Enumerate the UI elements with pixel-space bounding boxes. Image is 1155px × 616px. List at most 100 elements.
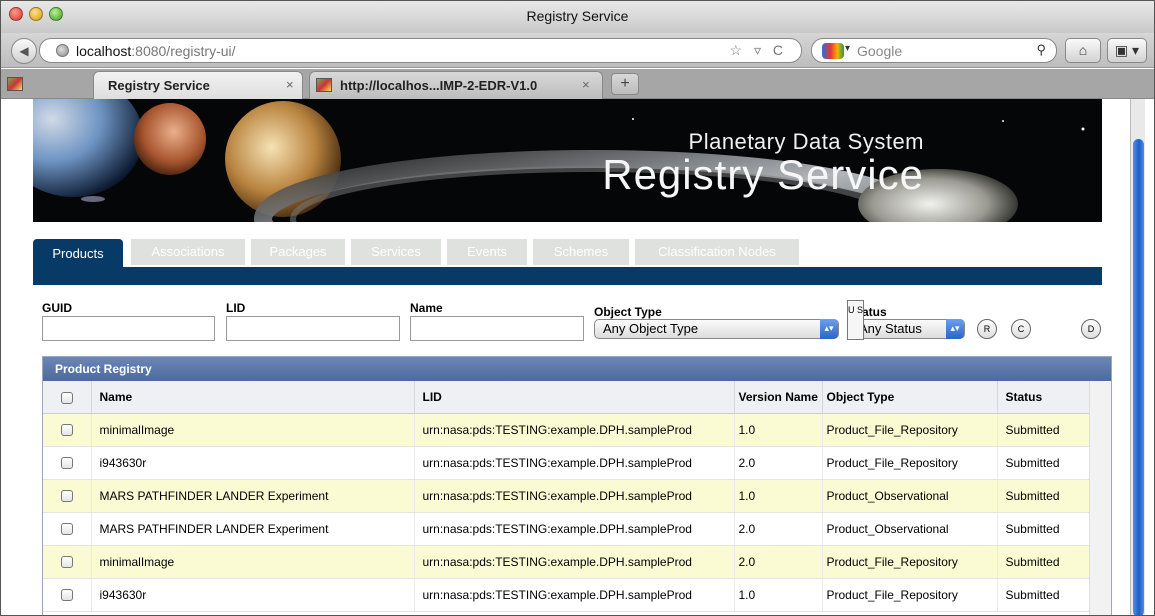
- tab-close-icon[interactable]: ×: [582, 77, 590, 92]
- checkbox-icon: [61, 424, 73, 437]
- globe-icon: [56, 44, 69, 57]
- cell-status: Submitted: [997, 413, 1090, 447]
- page-scrollbar-thumb[interactable]: [1133, 139, 1144, 615]
- cell-object-type: Product_File_Repository: [822, 413, 998, 447]
- object-type-value: Any Object Type: [603, 321, 699, 336]
- cell-version: 1.0: [734, 479, 823, 513]
- cell-status: Submitted: [997, 512, 1090, 546]
- tab-packages[interactable]: Packages: [251, 239, 345, 265]
- url-path: :8080/registry-ui/: [131, 43, 236, 59]
- grid-title: Product Registry: [43, 357, 1111, 381]
- lid-input[interactable]: [226, 316, 400, 341]
- us-button[interactable]: U S: [847, 300, 864, 340]
- select-all-checkbox[interactable]: [43, 381, 92, 414]
- cell-lid: urn:nasa:pds:TESTING:example.DPH.sampleP…: [414, 512, 735, 546]
- row-checkbox[interactable]: [43, 413, 92, 447]
- cell-name: minimalImage: [91, 545, 415, 579]
- cell-status: Submitted: [997, 545, 1090, 579]
- table-row[interactable]: minimalImage urn:nasa:pds:TESTING:exampl…: [43, 545, 1090, 579]
- cell-object-type: Product_File_Repository: [822, 578, 998, 612]
- table-row[interactable]: i943630r urn:nasa:pds:TESTING:example.DP…: [43, 446, 1090, 480]
- back-button[interactable]: ◀: [11, 38, 37, 64]
- app-tab-bar: Products Associations Packages Services …: [33, 237, 1102, 267]
- table-row[interactable]: i943630r urn:nasa:pds:TESTING:example.DP…: [43, 578, 1090, 612]
- home-icon: ⌂: [1078, 42, 1088, 58]
- title-bar: Registry Service: [1, 1, 1154, 33]
- minimize-window-icon[interactable]: [29, 7, 43, 21]
- object-type-label: Object Type: [594, 305, 662, 319]
- guid-input[interactable]: [42, 316, 215, 341]
- column-header-object-type[interactable]: Object Type: [822, 381, 998, 414]
- address-bar[interactable]: localhost:8080/registry-ui/ ☆ ▿ C: [39, 38, 802, 63]
- cell-lid: urn:nasa:pds:TESTING:example.DPH.sampleP…: [414, 578, 735, 612]
- r-button[interactable]: R: [977, 319, 997, 339]
- name-label: Name: [410, 301, 443, 315]
- guid-label: GUID: [42, 301, 72, 315]
- status-select[interactable]: Any Status ▴▾: [850, 319, 965, 339]
- row-checkbox[interactable]: [43, 512, 92, 546]
- bookmarks-icon: ▣: [1114, 42, 1129, 58]
- tab-close-icon[interactable]: ×: [286, 77, 294, 92]
- bookmarks-button[interactable]: ▣ ▾: [1107, 38, 1147, 63]
- column-header-version[interactable]: Version Name: [734, 381, 823, 414]
- checkbox-icon: [61, 589, 73, 602]
- tab-classification-nodes[interactable]: Classification Nodes: [635, 239, 799, 265]
- select-arrows-icon: ▴▾: [946, 319, 964, 339]
- cell-lid: urn:nasa:pds:TESTING:example.DPH.sampleP…: [414, 446, 735, 480]
- object-type-select[interactable]: Any Object Type ▴▾: [594, 319, 839, 339]
- browser-tab-product[interactable]: http://localhos...IMP-2-EDR-V1.0 ×: [309, 71, 603, 99]
- column-header-name[interactable]: Name: [91, 381, 415, 414]
- cell-name: minimalImage: [91, 413, 415, 447]
- planets-artwork: [33, 99, 1085, 222]
- zoom-window-icon[interactable]: [49, 7, 63, 21]
- new-tab-button[interactable]: +: [611, 73, 639, 95]
- cell-object-type: Product_Observational: [822, 479, 998, 513]
- row-checkbox[interactable]: [43, 446, 92, 480]
- tab-schemes[interactable]: Schemes: [533, 239, 629, 265]
- row-checkbox[interactable]: [43, 545, 92, 579]
- bookmark-star-reload-icons[interactable]: ☆ ▿ C: [730, 42, 787, 59]
- product-table: Name LID Version Name Object Type Status…: [43, 381, 1090, 612]
- search-input[interactable]: Google: [857, 43, 902, 59]
- row-checkbox[interactable]: [43, 479, 92, 513]
- search-bar[interactable]: ▾ Google ⚲: [811, 38, 1057, 63]
- cell-status: Submitted: [997, 578, 1090, 612]
- row-checkbox[interactable]: [43, 578, 92, 612]
- close-window-icon[interactable]: [9, 7, 23, 21]
- search-engine-dropdown-icon[interactable]: ▾: [845, 43, 850, 54]
- tab-products[interactable]: Products: [33, 239, 123, 267]
- page-content: Planetary Data System Registry Service P…: [19, 99, 1122, 615]
- name-input[interactable]: [410, 316, 584, 341]
- tab-associations[interactable]: Associations: [131, 239, 245, 265]
- browser-tab-label: Registry Service: [108, 78, 210, 93]
- cell-object-type: Product_File_Repository: [822, 446, 998, 480]
- checkbox-icon: [61, 391, 73, 404]
- browser-tab-registry[interactable]: Registry Service ×: [93, 71, 303, 99]
- checkbox-icon: [61, 556, 73, 569]
- tab-favicon-icon: [316, 78, 332, 92]
- table-row[interactable]: MARS PATHFINDER LANDER Experiment urn:na…: [43, 512, 1090, 546]
- table-row[interactable]: minimalImage urn:nasa:pds:TESTING:exampl…: [43, 413, 1090, 447]
- page-scrollbar[interactable]: [1130, 99, 1145, 615]
- url-text: localhost:8080/registry-ui/: [76, 43, 236, 59]
- window-title: Registry Service: [526, 8, 629, 24]
- browser-tab-strip: Registry Service × http://localhos...IMP…: [1, 69, 1154, 99]
- tab-services[interactable]: Services: [351, 239, 441, 265]
- app-tab-favicon-icon[interactable]: [7, 77, 23, 91]
- tab-events[interactable]: Events: [447, 239, 527, 265]
- grid-scrollbar[interactable]: [1089, 381, 1111, 615]
- column-header-status[interactable]: Status: [997, 381, 1090, 414]
- banner-title: Registry Service: [602, 151, 924, 198]
- magnifier-icon[interactable]: ⚲: [1036, 42, 1046, 58]
- column-header-lid[interactable]: LID: [414, 381, 735, 414]
- browser-window: Registry Service ◀ localhost:8080/regist…: [0, 0, 1155, 616]
- d-button[interactable]: D: [1081, 319, 1101, 339]
- cell-object-type: Product_File_Repository: [822, 545, 998, 579]
- status-value: Any Status: [859, 321, 922, 336]
- home-button[interactable]: ⌂: [1065, 38, 1101, 63]
- cell-name: MARS PATHFINDER LANDER Experiment: [91, 479, 415, 513]
- tab-underline-bar: [33, 267, 1102, 285]
- table-row[interactable]: MARS PATHFINDER LANDER Experiment urn:na…: [43, 479, 1090, 513]
- cell-version: 2.0: [734, 545, 823, 579]
- c-button[interactable]: C: [1011, 319, 1031, 339]
